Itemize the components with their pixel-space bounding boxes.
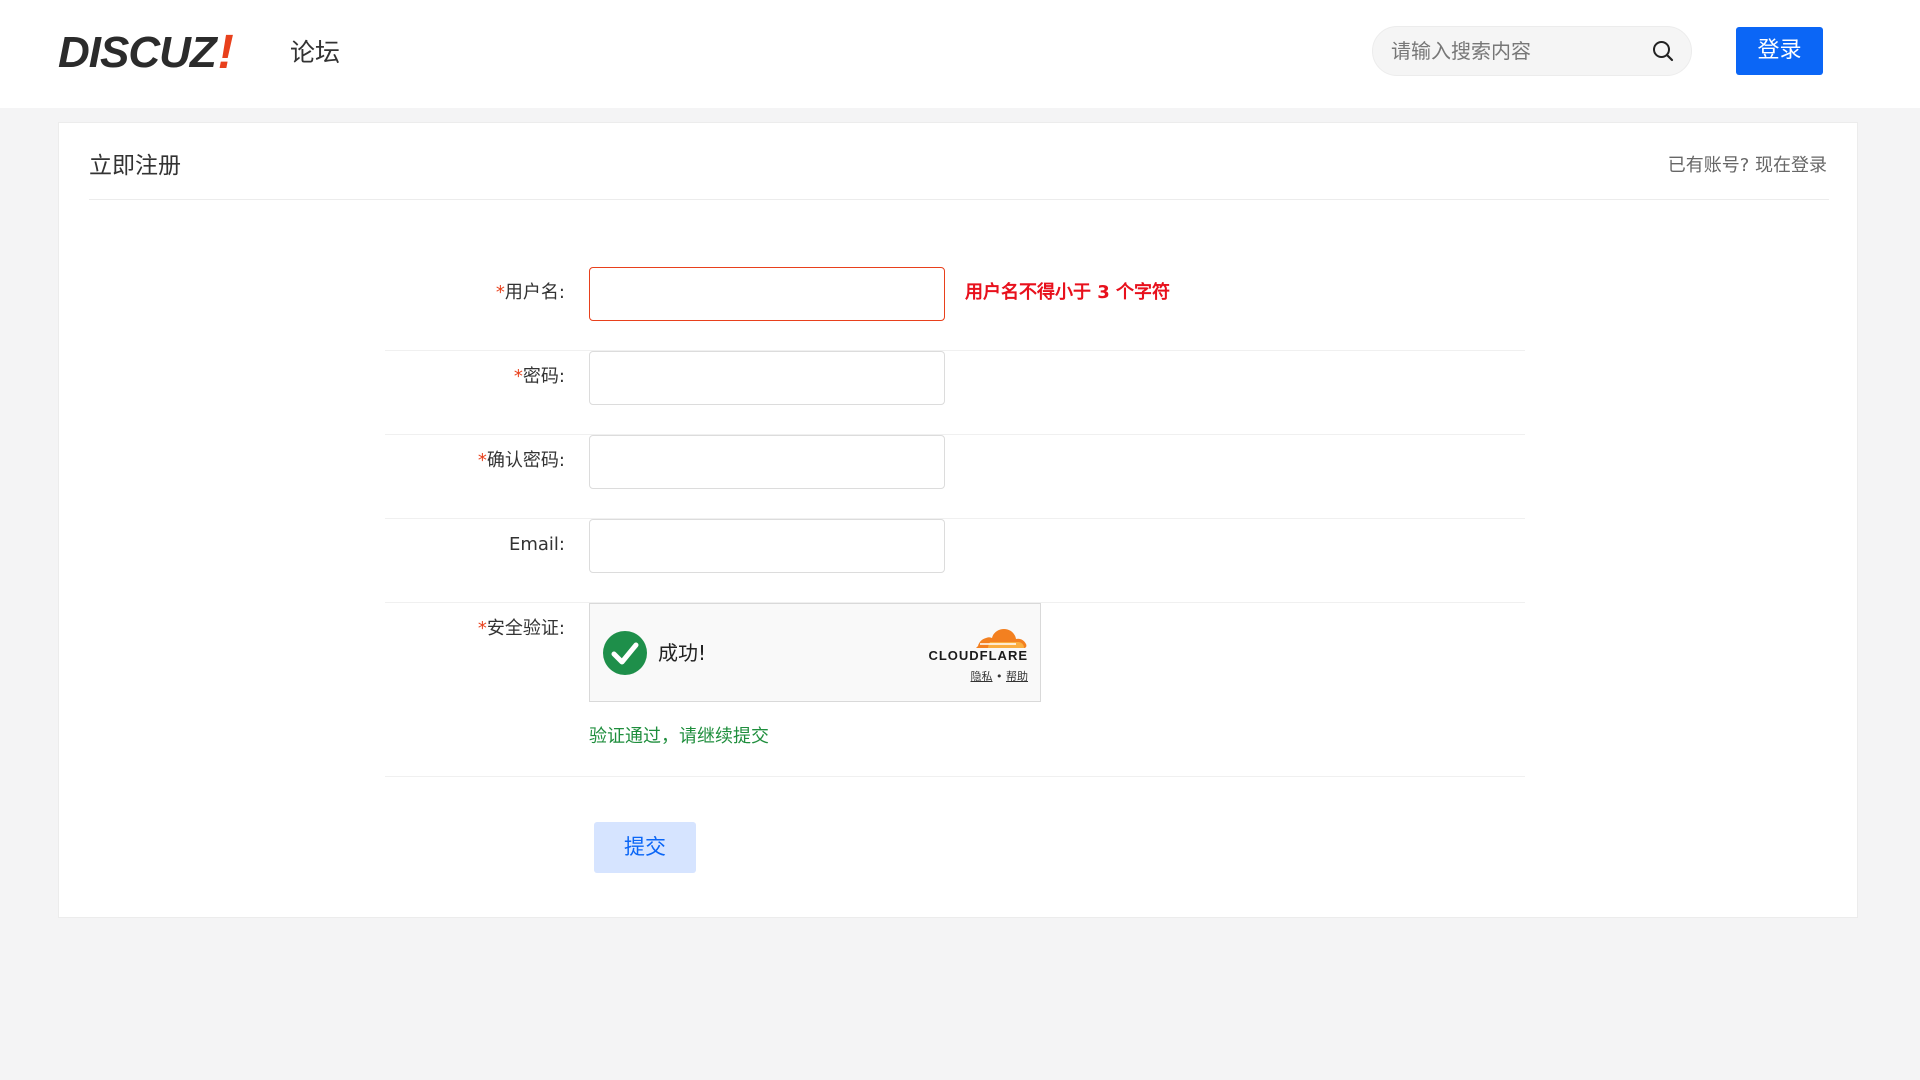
captcha-row: *安全验证: 成功! CLOUDFLARE 隐私 • 帮助 验证通过，请继续提交 (385, 603, 1525, 777)
username-error: 用户名不得小于 3 个字符 (965, 282, 1171, 303)
captcha-status: 成功! (658, 641, 707, 665)
register-card: 立即注册 已有账号? 现在登录 *用户名: 用户名不得小于 3 个字符 *密码:… (58, 122, 1858, 918)
required-mark: * (477, 618, 487, 639)
captcha-label: *安全验证: (477, 618, 565, 639)
password-input[interactable] (589, 351, 945, 405)
row-divider (385, 776, 1525, 777)
username-label: *用户名: (495, 282, 565, 303)
submit-button[interactable]: 提交 (594, 822, 696, 873)
username-row: *用户名: 用户名不得小于 3 个字符 (385, 267, 1525, 351)
username-input[interactable] (589, 267, 945, 321)
cloudflare-cloud-icon (976, 629, 1027, 648)
cloudflare-turnstile-widget[interactable]: 成功! CLOUDFLARE 隐私 • 帮助 (589, 603, 1041, 702)
link-separator: • (996, 670, 1003, 683)
site-subtitle: 论坛 (290, 38, 341, 67)
logo-bang: ! (217, 26, 234, 79)
logo-text: DISCUZ (58, 28, 217, 77)
password-label: *密码: (513, 366, 565, 387)
email-label: Email: (508, 534, 565, 555)
privacy-link[interactable]: 隐私 (971, 670, 993, 683)
discuz-logo[interactable]: DISCUZ ! (58, 26, 234, 79)
search-icon[interactable] (1651, 39, 1675, 63)
page-title: 立即注册 (89, 153, 181, 179)
email-input[interactable] (589, 519, 945, 573)
search-input[interactable] (1391, 27, 1641, 75)
confirm-password-label: *确认密码: (477, 450, 565, 471)
help-link[interactable]: 帮助 (1006, 670, 1028, 683)
success-check-icon (603, 631, 647, 675)
email-row: Email: (385, 519, 1525, 603)
top-header: DISCUZ ! 论坛 登录 (0, 0, 1920, 108)
search-box (1372, 26, 1692, 76)
required-mark: * (477, 450, 487, 471)
title-divider (89, 199, 1829, 200)
required-mark: * (495, 282, 505, 303)
confirm-password-input[interactable] (589, 435, 945, 489)
required-mark: * (513, 366, 523, 387)
password-row: *密码: (385, 351, 1525, 435)
cloudflare-brand: CLOUDFLARE (928, 648, 1028, 663)
cloudflare-links: 隐私 • 帮助 (971, 668, 1029, 684)
login-button[interactable]: 登录 (1736, 27, 1823, 75)
confirm-password-row: *确认密码: (385, 435, 1525, 519)
captcha-success-message: 验证通过，请继续提交 (589, 726, 769, 747)
login-link[interactable]: 已有账号? 现在登录 (1668, 151, 1827, 181)
